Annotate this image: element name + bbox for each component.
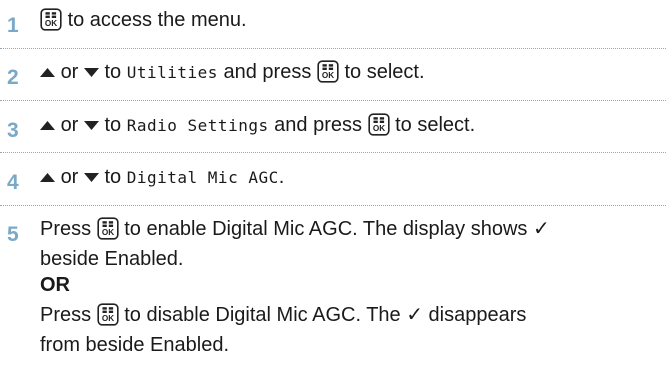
step-number: 5 [7,223,19,246]
down-arrow-icon [83,173,99,182]
step-separator [0,205,666,206]
press-text: Press [40,218,92,240]
step-body: or to Radio Settings and press to select… [40,110,475,141]
step-line: Press to enable Digital Mic AGC. The dis… [40,214,550,244]
step-line: Press to disable Digital Mic AGC. The ✓ … [40,300,550,330]
menu-target: Utilities [126,63,218,82]
step-number: 4 [7,171,19,194]
step-separator [0,152,666,153]
or-text: or [60,166,79,188]
step-body: to access the menu. [40,5,247,35]
up-arrow-icon [40,121,55,130]
select-text: to select. [344,61,425,83]
to-text: to [104,166,122,188]
ok-menu-key-icon [317,60,339,83]
step-text: to disable Digital Mic AGC. The ✓ disapp… [124,304,527,326]
ok-menu-key-icon [367,113,390,136]
step-body: Press to enable Digital Mic AGC. The dis… [40,214,550,360]
step-text: to access the menu. [67,9,247,31]
step-body: or to Utilities and press to select. [40,57,425,88]
or-label: OR [40,274,70,296]
press-text: Press [40,304,92,326]
press-text: and press [274,114,362,136]
select-text: to select. [395,114,476,136]
step-text: to enable Digital Mic AGC. The display s… [124,218,550,240]
menu-target: Radio Settings [126,116,269,135]
menu-target: Digital Mic AGC [126,168,279,187]
up-arrow-icon [40,68,55,77]
to-text: to [104,61,122,83]
ok-menu-key-icon [97,303,119,326]
ok-menu-key-icon [97,217,119,240]
step-separator [0,100,666,101]
step-number: 3 [7,119,19,142]
step-line: from beside Enabled. [40,334,230,356]
step-line: beside Enabled. [40,248,184,270]
up-arrow-icon [40,173,55,182]
down-arrow-icon [83,121,99,130]
step-number: 1 [7,14,19,37]
or-text: or [60,114,79,136]
to-text: to [104,114,122,136]
step-body: or to Digital Mic AGC. [40,162,284,193]
end-punctuation: . [278,166,285,188]
or-text: or [60,61,79,83]
ok-menu-key-icon [40,8,62,31]
step-separator [0,48,666,49]
press-text: and press [223,61,312,83]
down-arrow-icon [83,68,99,77]
step-number: 2 [7,66,19,89]
